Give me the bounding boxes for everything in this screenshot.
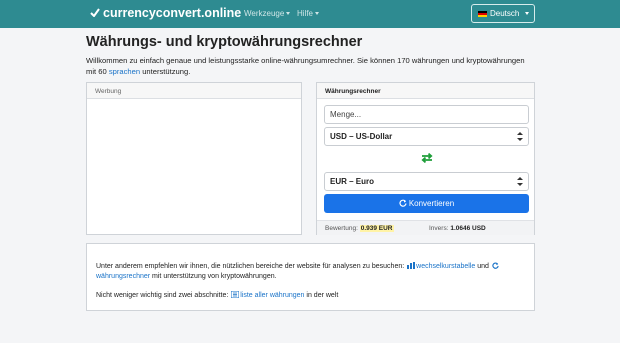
info-line-1-end: mit unterstützung von kryptowährungen. (152, 273, 277, 280)
convert-button[interactable]: Konvertieren (324, 194, 529, 213)
all-currencies-link[interactable]: liste aller währungen (240, 292, 304, 299)
info-line-1-text: Unter anderem empfehlen wir ihnen, die n… (96, 263, 405, 270)
brand-name: currencyconvert.online (103, 6, 242, 20)
top-navbar: currencyconvert.online Werkzeuge Hilfe D… (0, 0, 620, 28)
from-currency-value: USD – US-Dollar (330, 132, 393, 141)
menu-hilfe[interactable]: Hilfe (297, 9, 320, 18)
check-icon (90, 8, 100, 17)
inverse-value: 1.0646 USD (450, 225, 486, 232)
brand-logo[interactable]: currencyconvert.online (90, 6, 241, 20)
german-flag-icon (478, 11, 487, 17)
select-arrows-icon (517, 177, 523, 186)
rate-info: Bewertung: 0.939 EUR (325, 225, 394, 232)
rate-label: Bewertung: (325, 225, 358, 232)
languages-link[interactable]: sprachen (109, 67, 140, 76)
info-line-2: Nicht weniger wichtig sind zwei abschnit… (96, 291, 528, 301)
swap-icon[interactable] (421, 153, 433, 163)
menu-hilfe-label: Hilfe (297, 9, 314, 18)
inverse-info: Invers: 1.0646 USD (429, 225, 486, 232)
menu-werkzeuge-label: Werkzeuge (244, 9, 285, 18)
converter-header: Währungsrechner (317, 83, 534, 99)
select-arrows-icon (517, 132, 523, 141)
list-icon (231, 291, 240, 298)
to-currency-value: EUR – Euro (330, 177, 375, 186)
chevron-down-icon (525, 12, 530, 16)
converter-panel: Währungsrechner Menge... USD – US-Dollar… (316, 82, 535, 235)
chart-icon (407, 262, 416, 269)
refresh-icon (492, 262, 499, 269)
rates-bar: Bewertung: 0.939 EUR Invers: 1.0646 USD (317, 220, 534, 235)
convert-label: Konvertieren (408, 199, 455, 208)
page-title: Währungs- und kryptowährungsrechner (86, 34, 363, 50)
info-line-2-text: Nicht weniger wichtig sind zwei abschnit… (96, 292, 229, 299)
language-selector[interactable]: Deutsch (471, 4, 535, 23)
refresh-icon (399, 199, 407, 207)
chevron-down-icon (315, 12, 320, 16)
ad-panel: Werbung (86, 82, 302, 235)
exchange-rate-table-link[interactable]: wechselkurstabelle (416, 263, 475, 270)
intro-text: Willkommen zu einfach genaue und leistun… (86, 55, 536, 77)
intro-end: unterstützung. (142, 67, 191, 76)
info-panel: Unter anderem empfehlen wir ihnen, die n… (86, 243, 535, 311)
info-and: und (477, 263, 489, 270)
inverse-label: Invers: (429, 225, 449, 232)
amount-input[interactable]: Menge... (324, 105, 529, 124)
menu-werkzeuge[interactable]: Werkzeuge (244, 9, 291, 18)
rate-value: 0.939 EUR (359, 225, 394, 232)
info-line-1: Unter anderem empfehlen wir ihnen, die n… (96, 262, 528, 282)
language-label: Deutsch (490, 9, 520, 18)
chevron-down-icon (286, 12, 291, 16)
ad-header: Werbung (87, 83, 301, 99)
info-line-2-end: in der welt (306, 292, 339, 299)
to-currency-select[interactable]: EUR – Euro (324, 172, 529, 191)
from-currency-select[interactable]: USD – US-Dollar (324, 127, 529, 146)
currency-converter-link[interactable]: währungsrechner (96, 273, 150, 280)
